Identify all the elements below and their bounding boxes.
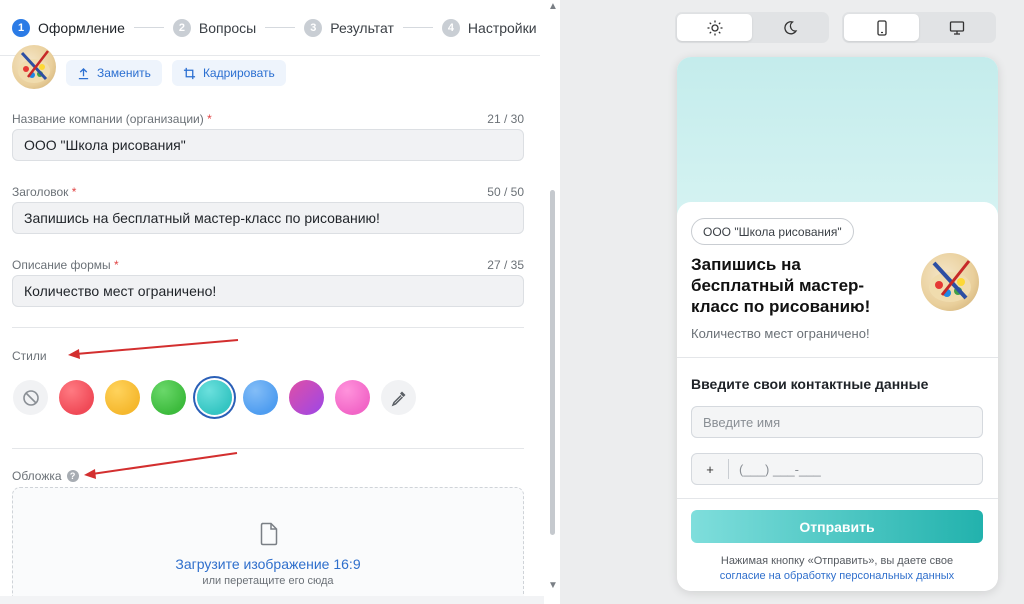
crop-logo-button[interactable]: Кадрировать [171, 60, 286, 86]
title-input[interactable]: Запишись на бесплатный мастер-класс по р… [12, 202, 524, 234]
consent-link[interactable]: согласие на обработку персональных данны… [720, 570, 954, 582]
contact-title: Введите свои контактные данные [691, 376, 929, 392]
card-divider [677, 357, 998, 358]
upload-link[interactable]: Загрузите изображение 16:9 [13, 556, 523, 572]
step-label: Вопросы [198, 19, 257, 36]
phone-separator [728, 459, 729, 479]
scrollbar[interactable]: ▲ ▼ [544, 0, 560, 604]
card-divider [677, 498, 998, 499]
logo-row: Заменить Кадрировать [12, 45, 286, 90]
scroll-up-icon[interactable]: ▲ [548, 1, 558, 12]
color-picker-button[interactable] [381, 380, 416, 415]
step-label: Результат [330, 19, 394, 36]
phone-icon [876, 19, 887, 36]
help-icon[interactable]: ? [66, 470, 79, 482]
no-style-swatch[interactable] [13, 380, 48, 415]
form-title: Запишись на бесплатный мастер-класс по р… [691, 255, 871, 316]
crop-icon [183, 67, 196, 79]
scroll-thumb[interactable] [550, 190, 555, 535]
sun-icon [707, 20, 722, 35]
title-label: Заголовок * [12, 185, 77, 199]
company-pill: ООО "Школа рисования" [691, 218, 854, 245]
phone-prefix[interactable]: + [692, 462, 728, 477]
styles-title: Стили [12, 349, 47, 363]
replace-logo-button[interactable]: Заменить [66, 60, 162, 86]
color-swatch-teal[interactable] [197, 380, 232, 415]
theme-toggle [675, 12, 829, 43]
submit-button[interactable]: Отправить [691, 510, 983, 543]
moon-icon [783, 20, 797, 34]
form-preview: ООО "Школа рисования" Запишись на беспла… [677, 57, 998, 591]
form-card: ООО "Школа рисования" Запишись на беспла… [677, 202, 998, 591]
style-swatches [13, 380, 416, 415]
step-label: Оформление [38, 19, 125, 36]
cover-title: Обложка ? [12, 469, 79, 483]
upload-icon [78, 67, 89, 79]
form-editor: 1 Оформление 2 Вопросы 3 Результат 4 Нас… [0, 0, 560, 604]
step-design[interactable]: 1 Оформление [12, 18, 125, 37]
monitor-icon [949, 20, 964, 35]
step-settings[interactable]: 4 Настройки [441, 18, 537, 37]
title-counter: 50 / 50 [487, 185, 524, 199]
annotation-arrow [68, 339, 239, 359]
form-description: Количество мест ограничено! [691, 326, 870, 341]
step-number: 2 [172, 18, 191, 37]
upload-hint: или перетащите его сюда [202, 575, 334, 587]
phone-mask: (___) ___-___ [739, 461, 821, 477]
company-logo [921, 253, 979, 311]
color-swatch-yellow[interactable] [105, 380, 140, 415]
divider [12, 448, 524, 449]
ban-icon [22, 389, 39, 406]
description-input[interactable]: Количество мест ограничено! [12, 275, 524, 307]
step-questions[interactable]: 2 Вопросы [172, 18, 257, 37]
device-toggle [842, 12, 996, 43]
color-swatch-pink[interactable] [335, 380, 370, 415]
step-connector [133, 27, 164, 28]
step-result[interactable]: 3 Результат [304, 18, 394, 37]
cover-upload-dropzone[interactable]: Загрузите изображение 16:9 или перетащит… [12, 487, 524, 604]
steps-nav: 1 Оформление 2 Вопросы 3 Результат 4 Нас… [0, 0, 540, 56]
preview-panel: ООО "Школа рисования" Запишись на беспла… [560, 0, 1024, 604]
divider [12, 327, 524, 328]
mobile-view-button[interactable] [844, 14, 919, 41]
color-swatch-purple[interactable] [289, 380, 324, 415]
replace-label: Заменить [97, 66, 151, 80]
bottom-bar [0, 596, 544, 604]
company-name-counter: 21 / 30 [487, 112, 524, 126]
name-input[interactable]: Введите имя [691, 406, 983, 438]
consent-text: Нажимая кнопку «Отправить», вы даете сво… [719, 555, 955, 582]
step-connector [265, 27, 296, 28]
light-theme-button[interactable] [677, 14, 752, 41]
step-number: 4 [441, 18, 460, 37]
file-icon [260, 522, 278, 546]
company-logo [12, 45, 56, 89]
cover-preview [677, 57, 998, 217]
phone-input[interactable]: + (___) ___-___ [691, 453, 983, 485]
scroll-down-icon[interactable]: ▼ [548, 580, 558, 591]
step-connector [402, 27, 433, 28]
company-name-input[interactable]: ООО "Школа рисования" [12, 129, 524, 161]
crop-label: Кадрировать [202, 66, 275, 80]
step-label: Настройки [467, 19, 537, 36]
desktop-view-button[interactable] [919, 14, 994, 41]
description-counter: 27 / 35 [487, 258, 524, 272]
annotation-arrow [84, 452, 238, 479]
step-number: 1 [12, 18, 30, 37]
color-swatch-red[interactable] [59, 380, 94, 415]
step-number: 3 [304, 18, 323, 37]
color-swatch-blue[interactable] [243, 380, 278, 415]
eyedropper-icon [391, 391, 405, 406]
description-label: Описание формы * [12, 258, 119, 272]
dark-theme-button[interactable] [752, 14, 827, 41]
color-swatch-green[interactable] [151, 380, 186, 415]
company-name-label: Название компании (организации) * [12, 112, 212, 126]
